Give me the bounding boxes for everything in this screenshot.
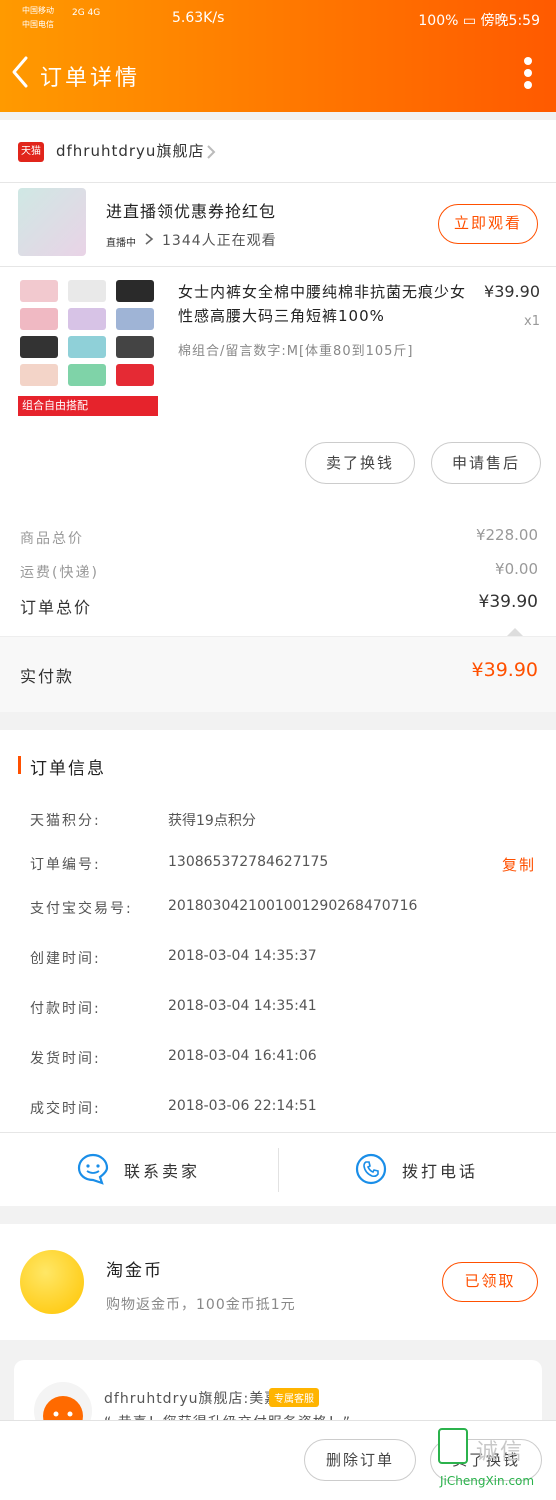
- order-info-card: 订单信息 天猫积分: 获得19点积分 订单编号: 130865372784627…: [0, 730, 556, 1206]
- signal-icon: 2G 4G: [72, 8, 101, 18]
- promo-label: 组合自由搭配: [18, 396, 158, 416]
- divider: [0, 182, 556, 183]
- info-label: 付款时间:: [30, 1001, 101, 1017]
- page-title: 订单详情: [40, 66, 141, 91]
- live-badge: 直播中: [106, 238, 136, 249]
- call-phone-button[interactable]: 拨打电话: [278, 1134, 556, 1206]
- status-right: 100% ▭ 傍晚5:59: [418, 10, 540, 30]
- info-label: 发货时间:: [30, 1051, 101, 1067]
- paid-row: 实付款 ¥39.90: [0, 636, 556, 712]
- order-number: 130865372784627175: [168, 854, 329, 870]
- live-title: 进直播领优惠券抢红包: [106, 202, 277, 221]
- info-value: 2018-03-06 22:14:51: [168, 1098, 317, 1114]
- paid-label: 实付款: [20, 667, 75, 686]
- coins-subtitle: 购物返金币，100金币抵1元: [106, 1297, 296, 1313]
- phone-icon: [355, 1153, 387, 1185]
- watermark-text: 诚信: [476, 1440, 525, 1465]
- goods-total-value: ¥228.00: [475, 526, 538, 544]
- watermark: 诚信 JiChengXin.com: [432, 1424, 550, 1496]
- clock: 傍晚5:59: [480, 13, 540, 29]
- contact-seller-label: 联系卖家: [124, 1162, 201, 1181]
- shipping-value: ¥0.00: [495, 560, 538, 578]
- order-info-title: 订单信息: [30, 759, 106, 779]
- coin-icon: [20, 1250, 84, 1314]
- watermark-logo-icon: [438, 1428, 468, 1464]
- info-label: 创建时间:: [30, 951, 101, 967]
- order-total-value: ¥39.90: [478, 592, 538, 612]
- battery-icon: ▭: [462, 13, 477, 29]
- chat-icon: [77, 1153, 109, 1185]
- network-speed: 5.63K/s: [172, 10, 225, 26]
- watermark-url: JiChengXin.com: [440, 1474, 535, 1488]
- info-value: 2018-03-04 14:35:37: [168, 948, 317, 964]
- info-value: 获得19点积分: [168, 813, 256, 829]
- carrier-info: 中国移动 中国电信: [22, 6, 54, 29]
- section-accent-bar: [18, 756, 21, 774]
- live-banner[interactable]: 进直播领优惠券抢红包 直播中 1344人正在观看 立即观看: [0, 184, 556, 268]
- shipping-label: 运费(快递): [20, 565, 99, 581]
- battery-level: 100%: [418, 13, 459, 29]
- watch-live-button[interactable]: 立即观看: [438, 204, 538, 244]
- delete-order-button[interactable]: 删除订单: [304, 1439, 416, 1481]
- product-image[interactable]: 组合自由搭配: [18, 276, 158, 416]
- coins-title: 淘金币: [106, 1261, 163, 1281]
- info-value: 2018-03-04 16:41:06: [168, 1048, 317, 1064]
- live-thumbnail: [18, 188, 86, 256]
- call-phone-label: 拨打电话: [402, 1162, 479, 1181]
- product-price: ¥39.90: [484, 282, 540, 301]
- info-label: 订单编号:: [30, 857, 101, 873]
- nav-bar: 订单详情: [0, 36, 556, 112]
- shop-name[interactable]: dfhruhtdryu旗舰店: [56, 140, 204, 161]
- service-badge: 专属客服: [269, 1388, 319, 1407]
- claimed-button[interactable]: 已领取: [442, 1262, 538, 1302]
- more-icon[interactable]: [522, 54, 534, 94]
- info-label: 天猫积分:: [30, 813, 101, 829]
- paid-value: ¥39.90: [471, 659, 538, 681]
- info-label: 支付宝交易号:: [30, 901, 133, 917]
- info-value: 2018030421001001290268470716: [168, 898, 418, 914]
- status-bar: 中国移动 中国电信 2G 4G 5.63K/s 100% ▭ 傍晚5:59: [0, 0, 556, 36]
- info-label: 成交时间:: [30, 1101, 101, 1117]
- goods-total-label: 商品总价: [20, 531, 84, 547]
- order-card: 天猫 dfhruhtdryu旗舰店 进直播领优惠券抢红包 直播中 1344人正在…: [0, 120, 556, 712]
- divider: [0, 1132, 556, 1133]
- live-viewers: 1344人正在观看: [162, 233, 277, 249]
- product-sku: 棉组合/留言数字:M[体重80到105斤]: [178, 344, 414, 359]
- info-value: 2018-03-04 14:35:41: [168, 998, 317, 1014]
- service-name: dfhruhtdryu旗舰店:美嘉: [104, 1391, 280, 1407]
- divider: [0, 266, 556, 267]
- coins-card: 淘金币 购物返金币，100金币抵1元 已领取: [0, 1224, 556, 1340]
- chevron-right-icon: [145, 233, 154, 245]
- contact-seller-button[interactable]: 联系卖家: [0, 1134, 278, 1206]
- after-sales-button[interactable]: 申请售后: [431, 442, 541, 484]
- product-quantity: x1: [524, 314, 540, 329]
- shop-row[interactable]: 天猫 dfhruhtdryu旗舰店: [0, 120, 556, 182]
- product-title[interactable]: 女士内裤女全棉中腰纯棉非抗菌无痕少女性感高腰大码三角短裤100%: [178, 280, 468, 328]
- sell-button[interactable]: 卖了换钱: [305, 442, 415, 484]
- chevron-right-icon: [207, 145, 216, 159]
- copy-button[interactable]: 复制: [502, 854, 536, 875]
- order-total-label: 订单总价: [20, 598, 93, 617]
- tmall-logo-icon: 天猫: [18, 142, 44, 162]
- back-icon[interactable]: [6, 54, 34, 90]
